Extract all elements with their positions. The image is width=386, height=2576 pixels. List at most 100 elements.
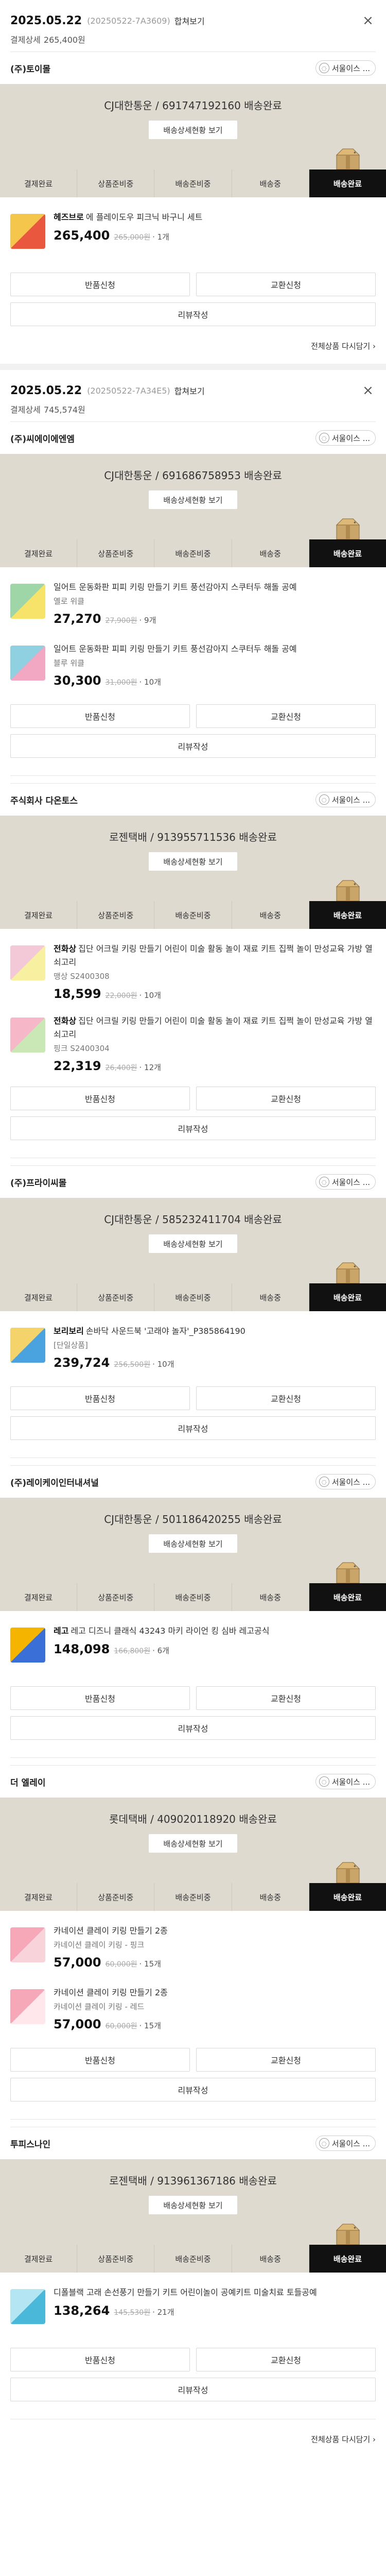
reorder-all-link[interactable]: 전체상품 다시담기 › — [10, 2419, 376, 2457]
original-price: 256,500원 — [114, 1361, 151, 1369]
tracking-detail-button[interactable]: 배송상세현황 보기 — [149, 1534, 237, 1553]
review-button[interactable]: 리뷰작성 — [10, 1716, 376, 1740]
merge-view-link[interactable]: 합쳐보기 — [174, 384, 205, 397]
product-name[interactable]: 카네이션 클레이 키링 만들기 2종 — [54, 1924, 376, 1938]
tracking-detail-button[interactable]: 배송상세현황 보기 — [149, 852, 237, 871]
action-buttons: 반품신청 교환신청 — [10, 1386, 376, 1410]
product-price: 22,319 — [54, 1059, 101, 1073]
product-name[interactable]: 보리보리 손바닥 사운드북 '고래야 놀자'_P385864190 — [54, 1325, 376, 1338]
return-button[interactable]: 반품신청 — [10, 1686, 190, 1710]
delivery-status-panel: 로젠택배 / 913961367186 배송완료 배송상세현황 보기 ✦ 결제완료 상품… — [0, 2159, 386, 2273]
order-number: (20250522-7A34E5) — [87, 385, 170, 396]
return-button[interactable]: 반품신청 — [10, 2348, 190, 2371]
product-thumbnail[interactable] — [10, 945, 45, 980]
tracking-detail-button[interactable]: 배송상세현황 보기 — [149, 1834, 237, 1853]
step-4: 배송중 — [232, 1883, 309, 1911]
product-brand: 레고 — [54, 1626, 69, 1636]
product-name[interactable]: 전화상 집단 어크릴 키링 만들기 어린이 미술 활동 놀이 재료 키트 집쩍 놀… — [54, 942, 376, 969]
exchange-button[interactable]: 교환신청 — [196, 1386, 376, 1410]
review-button[interactable]: 리뷰작성 — [10, 2078, 376, 2102]
reorder-all-link[interactable]: 전체상품 다시담기 › — [10, 326, 376, 364]
return-button[interactable]: 반품신청 — [10, 704, 190, 728]
product-name[interactable]: 카네이션 클레이 키링 만들기 2종 — [54, 1986, 376, 1999]
product-thumbnail[interactable] — [10, 1018, 45, 1053]
product-thumbnail[interactable] — [10, 2289, 45, 2324]
product-thumbnail[interactable] — [10, 1989, 45, 2024]
price-row: 265,400 265,000원 · 1개 — [54, 228, 376, 243]
exchange-button[interactable]: 교환신청 — [196, 1087, 376, 1110]
seller-name: 투피스나인 — [10, 2139, 51, 2150]
product-thumbnail[interactable] — [10, 584, 45, 619]
seller-contact-button[interactable]: ◌ 서울이스 ... — [315, 1474, 376, 1489]
close-icon[interactable]: × — [360, 13, 376, 28]
product-name[interactable]: 일어트 운동화판 피피 키링 만들기 키트 풍선감아지 스쿠터두 해돌 공예 — [54, 581, 376, 594]
product-title: 에 플레이도우 피크닉 바구니 세트 — [85, 212, 203, 222]
product-brand: 보리보리 — [54, 1326, 84, 1336]
close-icon[interactable]: × — [360, 383, 376, 398]
step-1: 결제완료 — [0, 539, 78, 567]
seller-contact-button[interactable]: ◌ 서울이스 ... — [315, 1774, 376, 1789]
product-name[interactable]: 일어트 운동화판 피피 키링 만들기 키트 풍선감아지 스쿠터두 해돌 공예 — [54, 642, 376, 656]
tracking-detail-button[interactable]: 배송상세현황 보기 — [149, 1234, 237, 1253]
exchange-button[interactable]: 교환신청 — [196, 2048, 376, 2072]
product-thumbnail[interactable] — [10, 1927, 45, 1962]
review-button[interactable]: 리뷰작성 — [10, 734, 376, 758]
product-name[interactable]: 레고 레고 디즈니 클래식 43243 마키 라이언 킹 심바 레고공식 — [54, 1624, 376, 1638]
seller-contact-button[interactable]: ◌ 서울이스 ... — [315, 430, 376, 446]
seller-header: (주)레이케이인터내셔널 ◌ 서울이스 ... — [10, 1473, 376, 1490]
exchange-button[interactable]: 교환신청 — [196, 2348, 376, 2371]
return-button[interactable]: 반품신청 — [10, 273, 190, 296]
price-row: 239,724 256,500원 · 10개 — [54, 1355, 376, 1370]
return-button[interactable]: 반품신청 — [10, 1087, 190, 1110]
product-thumbnail[interactable] — [10, 1328, 45, 1363]
product-thumbnail[interactable] — [10, 646, 45, 681]
return-button[interactable]: 반품신청 — [10, 1386, 190, 1410]
carrier-tracking: CJ대한통운 / 501186420255 배송완료 — [104, 1513, 282, 1526]
seller-section: (주)레이케이인터내셔널 ◌ 서울이스 ... CJ대한통운 / 5011864202… — [0, 1465, 386, 1758]
seller-button-label: 서울이스 ... — [331, 433, 370, 443]
delivery-status-panel: 로젠택배 / 913955711536 배송완료 배송상세현황 보기 ✦ 결제완료 상품… — [0, 816, 386, 929]
exchange-button[interactable]: 교환신청 — [196, 1686, 376, 1710]
review-button[interactable]: 리뷰작성 — [10, 1116, 376, 1140]
review-button[interactable]: 리뷰작성 — [10, 2378, 376, 2401]
product-name[interactable]: 전화상 집단 어크릴 키링 만들기 어린이 미술 활동 놀이 재료 키트 집쩍 놀… — [54, 1014, 376, 1041]
step-2: 상품준비중 — [77, 170, 155, 197]
product-title: 레고 디즈니 클래식 43243 마키 라이언 킹 심바 레고공식 — [71, 1626, 270, 1636]
review-button[interactable]: 리뷰작성 — [10, 1416, 376, 1440]
product-option: 카네이션 클레이 키링 - 레드 — [54, 2002, 145, 2011]
price-row: 27,270 27,900원 · 9개 — [54, 612, 376, 626]
svg-text:✦: ✦ — [353, 1564, 357, 1569]
tracking-detail-button[interactable]: 배송상세현황 보기 — [149, 121, 237, 139]
seller-name: (주)씨에이에엔엠 — [10, 434, 75, 445]
delivery-status-panel: 롯데택배 / 409020118920 배송완료 배송상세현황 보기 ✦ 결제완료 상품… — [0, 1798, 386, 1911]
product-option: 블루 위클 — [54, 658, 84, 668]
payment-amount: 745,574원 — [43, 405, 85, 415]
seller-contact-button[interactable]: ◌ 서울이스 ... — [315, 792, 376, 807]
review-button[interactable]: 리뷰작성 — [10, 302, 376, 326]
product-info: 카네이션 클레이 키링 만들기 2종카네이션 클레이 키링 - 레드 57,000… — [54, 1986, 376, 2035]
product-name[interactable]: 헤즈브로 에 플레이도우 피크닉 바구니 세트 — [54, 211, 376, 224]
order-group: 2025.05.22 (20250522-7A34E5) 합쳐보기 × 결제상세 745,… — [0, 364, 386, 2457]
original-price: 31,000원 — [105, 679, 137, 687]
seller-contact-button[interactable]: ◌ 서울이스 ... — [315, 2136, 376, 2151]
return-button[interactable]: 반품신청 — [10, 2048, 190, 2072]
product-name[interactable]: 디폴블랙 고래 손선풍기 만들기 키트 어린이놀이 공예키트 미술치료 토들공예 — [54, 2286, 376, 2299]
product-item: 카네이션 클레이 키링 만들기 2종 카네이션 클레이 키링 - 핑크 57,000… — [10, 1911, 376, 1973]
merge-view-link[interactable]: 합쳐보기 — [174, 14, 205, 27]
seller-contact-button[interactable]: ◌ 서울이스 ... — [315, 1174, 376, 1190]
step-5: 배송완료 — [309, 539, 386, 567]
exchange-button[interactable]: 교환신청 — [196, 273, 376, 296]
product-thumbnail[interactable] — [10, 1628, 45, 1663]
product-item: 보리보리 손바닥 사운드북 '고래야 놀자'_P385864190 [단일상품] 23… — [10, 1311, 376, 1373]
seller-contact-button[interactable]: ◌ 서울이스 ... — [315, 60, 376, 76]
carrier-tracking: 로젠택배 / 913955711536 배송완료 — [109, 831, 277, 843]
seller-divider — [10, 775, 376, 776]
product-thumbnail[interactable] — [10, 214, 45, 249]
exchange-button[interactable]: 교환신청 — [196, 704, 376, 728]
tracking-detail-button[interactable]: 배송상세현황 보기 — [149, 2196, 237, 2214]
product-info: 디폴블랙 고래 손선풍기 만들기 키트 어린이놀이 공예키트 미술치료 토들공예… — [54, 2286, 376, 2334]
price-row: 148,098 166,800원 · 6개 — [54, 1642, 376, 1656]
product-info: 전화상 집단 어크릴 키링 만들기 어린이 미술 활동 놀이 재료 키트 집쩍 놀… — [54, 942, 376, 1001]
tracking-detail-button[interactable]: 배송상세현황 보기 — [149, 490, 237, 509]
price-row: 57,000 60,000원 · 15개 — [54, 2017, 376, 2031]
